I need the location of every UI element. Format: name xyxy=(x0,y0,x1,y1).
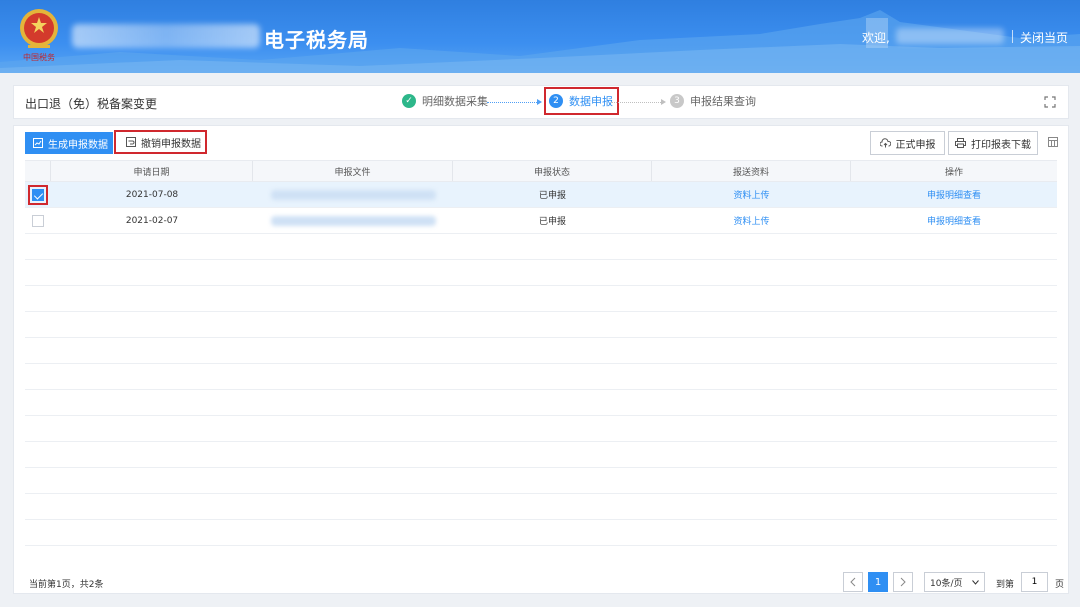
step-label: 数据申报 xyxy=(569,95,613,108)
pagination-info: 当前第1页，共2条 xyxy=(29,580,104,590)
column-header: 申请日期 xyxy=(51,161,253,181)
empty-row xyxy=(25,390,1057,416)
empty-row xyxy=(25,520,1057,546)
formal-declaration-button[interactable]: 正式申报 xyxy=(870,131,945,155)
upload-cell: 资料上传 xyxy=(652,182,851,207)
table-row[interactable]: 2021-07-08 已申报 资料上传 申报明细查看 xyxy=(25,182,1057,208)
table-row[interactable]: 2021-02-07 已申报 资料上传 申报明细查看 xyxy=(25,208,1057,234)
empty-row xyxy=(25,468,1057,494)
action-cell: 申报明细查看 xyxy=(851,208,1057,233)
close-page-link[interactable]: 关闭当页 xyxy=(1020,29,1068,46)
declaration-status: 已申报 xyxy=(538,217,566,227)
page-size-value: 10条/页 xyxy=(930,578,963,589)
empty-row xyxy=(25,286,1057,312)
chevron-left-icon xyxy=(850,577,856,587)
declaration-status: 已申报 xyxy=(538,191,566,201)
arrow-right-icon xyxy=(537,99,542,105)
generate-label: 生成申报数据 xyxy=(48,139,108,151)
formal-label: 正式申报 xyxy=(895,139,936,151)
step-connector xyxy=(487,102,537,103)
step-label: 申报结果查询 xyxy=(690,95,756,108)
declaration-table: 申请日期 申报文件 申报状态 报送资料 操作 2021-07-08 已申报 资料… xyxy=(25,160,1057,546)
row-checkbox[interactable] xyxy=(32,188,44,201)
header-select xyxy=(25,161,51,181)
undo-document-icon xyxy=(126,137,136,147)
national-emblem-icon: 中国税务 xyxy=(20,9,58,62)
step-result-query[interactable]: 3 申报结果查询 xyxy=(670,93,756,109)
empty-row xyxy=(25,442,1057,468)
document-icon xyxy=(33,138,43,148)
row-select-cell xyxy=(25,208,51,233)
chevron-right-icon xyxy=(900,577,906,587)
agency-name-redacted xyxy=(72,24,260,48)
next-page-button[interactable] xyxy=(893,572,913,592)
view-details-link[interactable]: 申报明细查看 xyxy=(927,188,981,201)
step-number-icon: 3 xyxy=(670,94,684,108)
main-panel: 生成申报数据 撤销申报数据 正式申报 打印报表下载 申请日期 申报文件 申报状态… xyxy=(13,125,1069,594)
apply-date: 2021-02-07 xyxy=(125,215,179,226)
svg-text:中国税务: 中国税务 xyxy=(23,52,55,62)
welcome-text: 欢迎, xyxy=(862,31,890,45)
empty-row xyxy=(25,494,1057,520)
empty-row xyxy=(25,416,1057,442)
check-circle-icon: ✓ xyxy=(402,94,416,108)
row-checkbox[interactable] xyxy=(32,214,44,227)
row-select-cell xyxy=(25,182,51,207)
fullscreen-icon[interactable] xyxy=(1044,96,1056,108)
empty-row xyxy=(25,338,1057,364)
column-settings-icon[interactable] xyxy=(1048,137,1058,147)
step-number-icon: 2 xyxy=(549,94,563,108)
declaration-file-redacted xyxy=(253,182,453,207)
page-number-button[interactable]: 1 xyxy=(868,572,888,592)
chevron-down-icon xyxy=(972,579,979,585)
column-header: 报送资料 xyxy=(652,161,851,181)
steps-bar: 出口退（免）税备案变更 ✓ 明细数据采集 2 数据申报 3 申报结果查询 xyxy=(13,85,1069,119)
printer-icon xyxy=(955,138,966,148)
page-title: 出口退（免）税备案变更 xyxy=(25,97,158,111)
step-connector xyxy=(611,102,661,103)
upload-cloud-icon xyxy=(879,138,891,148)
apply-date: 2021-07-08 xyxy=(125,189,179,200)
empty-row xyxy=(25,312,1057,338)
revoke-label: 撤销申报数据 xyxy=(141,138,201,150)
empty-row xyxy=(25,234,1057,260)
step-label: 明细数据采集 xyxy=(422,95,488,108)
upload-materials-link[interactable]: 资料上传 xyxy=(733,188,769,201)
print-download-button[interactable]: 打印报表下载 xyxy=(948,131,1038,155)
empty-row xyxy=(25,260,1057,286)
declaration-file-redacted xyxy=(253,208,453,233)
revoke-declaration-button[interactable]: 撤销申报数据 xyxy=(114,130,207,154)
header-divider xyxy=(1012,30,1013,43)
generate-declaration-button[interactable]: 生成申报数据 xyxy=(25,132,113,154)
step-data-declaration[interactable]: 2 数据申报 xyxy=(544,87,619,115)
column-header: 申报文件 xyxy=(253,161,453,181)
page-size-select[interactable]: 10条/页 xyxy=(924,572,985,592)
goto-page-input[interactable] xyxy=(1021,572,1048,592)
column-header: 申报状态 xyxy=(453,161,652,181)
upload-cell: 资料上传 xyxy=(652,208,851,233)
column-header: 操作 xyxy=(944,167,963,178)
prev-page-button[interactable] xyxy=(843,572,863,592)
site-title: 电子税务局 xyxy=(264,28,369,52)
table-header: 申请日期 申报文件 申报状态 报送资料 操作 xyxy=(25,160,1057,182)
arrow-right-icon xyxy=(661,99,666,105)
goto-label: 到第 xyxy=(996,580,1015,590)
upload-materials-link[interactable]: 资料上传 xyxy=(733,214,769,227)
step-detail-collection[interactable]: ✓ 明细数据采集 xyxy=(402,93,488,109)
print-label: 打印报表下载 xyxy=(971,139,1031,151)
goto-unit: 页 xyxy=(1055,580,1065,590)
action-cell: 申报明细查看 xyxy=(851,182,1057,207)
empty-row xyxy=(25,364,1057,390)
username-redacted xyxy=(896,28,1004,44)
view-details-link[interactable]: 申报明细查看 xyxy=(927,214,981,227)
row-checkbox-highlight xyxy=(28,184,48,205)
top-header: 中国税务 电子税务局 欢迎, 关闭当页 xyxy=(0,0,1080,73)
